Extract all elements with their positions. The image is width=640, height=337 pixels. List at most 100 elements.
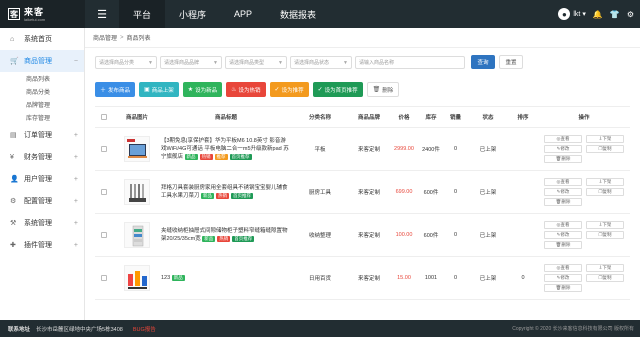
avatar[interactable]: ● [558, 8, 571, 20]
nav-tab-1[interactable]: 小程序 [165, 0, 220, 28]
sidebar-item-6[interactable]: ⚒ 系统管理 + [0, 212, 84, 234]
brand-cell: 来客定制 [357, 190, 380, 196]
row-checkbox[interactable] [101, 189, 107, 195]
filter-bar: 请选择商品分类 ▼ 请选择商品品牌 ▼ 请选择商品类型 ▼ 请选择商品状态 ▼ 请输入商… [95, 55, 523, 69]
expand-plus-icon[interactable]: + [74, 242, 78, 249]
sales-cell: 0 [453, 189, 458, 195]
action-button-1[interactable]: ▣ 商品上架 [139, 82, 179, 97]
expand-plus-icon[interactable]: + [74, 132, 78, 139]
menu-toggle-icon[interactable]: ☰ [85, 0, 119, 28]
footer: 联系地址 长沙市岳麓区绿地中央广场5栋3408 BUG报告 Copyright … [0, 320, 640, 337]
product-title[interactable]: 123 [161, 275, 170, 281]
table-row: 拜格刀具套装厨房家用全套组具不锈钢宝宝婴儿辅食工具水果刀菜刀 新品 热销 首页推荐 厨… [95, 171, 630, 214]
expand-plus-icon[interactable]: − [74, 58, 78, 65]
chevron-down-icon[interactable]: ▾ [582, 10, 586, 18]
breadcrumb-root[interactable]: 商品管理 [93, 33, 117, 42]
sidebar-subitem-0[interactable]: 商品列表 [0, 72, 84, 85]
bug-report-link[interactable]: BUG报告 [133, 325, 156, 333]
copy-button[interactable]: ❐ 复制 [586, 231, 624, 239]
op-label: 删除 [561, 242, 571, 247]
edit-button[interactable]: ✎ 修改 [544, 188, 582, 196]
column-header: 状态 [482, 115, 494, 121]
product-tag: 首页推荐 [231, 192, 254, 199]
view-button[interactable]: ◎ 查看 [544, 264, 582, 272]
edit-button[interactable]: ✎ 修改 [544, 274, 582, 282]
status-cell: 已上架 [479, 276, 497, 282]
action-button-6[interactable]: 🗑 删除 [366, 82, 400, 97]
sidebar: ⌂ 系统首页 🛒 商品管理 − 商品列表 商品分类 品牌管理 库存管理 ▤ 订单管理 + ¥ 财务管理 + 👤… [0, 28, 85, 320]
nav-tab-0[interactable]: 平台 [119, 0, 166, 28]
delete-button[interactable]: 🗑 删除 [544, 155, 582, 163]
logo[interactable]: 客 来客 laiketui.com [0, 0, 85, 28]
action-button-2[interactable]: ★ 设为新品 [182, 82, 223, 97]
row-checkbox[interactable] [101, 275, 107, 281]
expand-plus-icon[interactable]: + [74, 220, 78, 227]
price-cell: 2999.00 [394, 146, 414, 152]
unshelve-button[interactable]: ⇩ 下架 [586, 221, 624, 229]
nav-tab-3[interactable]: 数据报表 [266, 0, 330, 28]
action-button-4[interactable]: ✓ 设为推荐 [269, 82, 309, 97]
sidebar-item-2[interactable]: ▤ 订单管理 + [0, 124, 84, 146]
product-image[interactable] [124, 136, 150, 162]
sidebar-subitem-1[interactable]: 商品分类 [0, 85, 84, 98]
bell-icon[interactable]: 🔔 [593, 10, 603, 19]
main-content: 商品管理 > 商品列表 请选择商品分类 ▼ 请选择商品品牌 ▼ 请选择商品类型 ▼ 请… [85, 28, 640, 320]
sidebar-item-7[interactable]: ✚ 插件管理 + [0, 234, 84, 256]
sidebar-item-3[interactable]: ¥ 财务管理 + [0, 146, 84, 168]
edit-button[interactable]: ✎ 修改 [544, 145, 582, 153]
delete-button[interactable]: 🗑 删除 [544, 198, 582, 206]
view-button[interactable]: ◎ 查看 [544, 178, 582, 186]
product-image[interactable] [124, 179, 150, 205]
category-select[interactable]: 请选择商品分类 ▼ [95, 55, 157, 69]
reset-button[interactable]: 重置 [499, 55, 523, 69]
product-name-input[interactable]: 请输入商品名称 [355, 55, 465, 69]
action-button-0[interactable]: ＋发布商品 [95, 82, 136, 97]
search-button[interactable]: 查询 [471, 55, 495, 69]
product-image[interactable] [124, 222, 150, 248]
type-select[interactable]: 请选择商品类型 ▼ [225, 55, 287, 69]
unshelve-button[interactable]: ⇩ 下架 [586, 264, 624, 272]
view-button[interactable]: ◎ 查看 [544, 135, 582, 143]
row-checkbox[interactable] [101, 146, 107, 152]
sidebar-item-4[interactable]: 👤 用户管理 + [0, 168, 84, 190]
product-title-block: 123 新品 [161, 274, 187, 282]
action-button-3[interactable]: ♨ 设为热销 [226, 82, 266, 97]
title-cell: 【3期免息|享保护套】华为平板M6 10.8英寸 影音游戏WiFi/4G可通话 … [161, 137, 291, 161]
expand-plus-icon[interactable]: + [74, 176, 78, 183]
unshelve-button[interactable]: ⇩ 下架 [586, 178, 624, 186]
copy-button[interactable]: ❐ 复制 [586, 145, 624, 153]
expand-plus-icon[interactable]: + [74, 198, 78, 205]
select-all-checkbox[interactable] [101, 114, 107, 120]
expand-plus-icon[interactable]: + [74, 154, 78, 161]
sidebar-item-0[interactable]: ⌂ 系统首页 [0, 28, 84, 50]
edit-button[interactable]: ✎ 修改 [544, 231, 582, 239]
operations-cell: ◎ 查看 ⇩ 下架 ✎ 修改 ❐ 复制 🗑 删除 [538, 264, 630, 292]
operations-cell: ◎ 查看 ⇩ 下架 ✎ 修改 ❐ 复制 🗑 删除 [538, 178, 630, 206]
row-select-cell [95, 146, 113, 152]
product-image[interactable] [124, 265, 150, 291]
sidebar-subitem-2[interactable]: 品牌管理 [0, 98, 84, 111]
settings-icon[interactable]: ⚙ [627, 10, 634, 19]
sidebar-item-1[interactable]: 🛒 商品管理 − [0, 50, 84, 72]
copy-button[interactable]: ❐ 复制 [586, 274, 624, 282]
unshelve-button[interactable]: ⇩ 下架 [586, 135, 624, 143]
action-icon: ＋ [100, 88, 107, 94]
brand-select[interactable]: 请选择商品品牌 ▼ [160, 55, 222, 69]
row-checkbox[interactable] [101, 232, 107, 238]
status-select[interactable]: 请选择商品状态 ▼ [290, 55, 352, 69]
op-label: 下架 [602, 136, 612, 141]
theme-shirt-icon[interactable]: 👕 [610, 10, 620, 19]
copy-button[interactable]: ❐ 复制 [586, 188, 624, 196]
top-right-tools: ● lkt ▾ 🔔 👕 ⚙ [558, 0, 634, 28]
delete-button[interactable]: 🗑 删除 [544, 241, 582, 249]
user-name[interactable]: lkt [573, 11, 580, 18]
sidebar-subitem-3[interactable]: 库存管理 [0, 111, 84, 124]
op-label: 删除 [561, 285, 571, 290]
view-button[interactable]: ◎ 查看 [544, 221, 582, 229]
top-navbar: 客 来客 laiketui.com ☰ 平台 小程序 APP 数据报表 ● lkt ▾… [0, 0, 640, 28]
nav-tab-2[interactable]: APP [220, 0, 266, 28]
sidebar-item-label: 系统管理 [24, 220, 52, 227]
sidebar-item-5[interactable]: ⚙ 配置管理 + [0, 190, 84, 212]
delete-button[interactable]: 🗑 删除 [544, 284, 582, 292]
action-button-5[interactable]: ✓ 设为首页推荐 [312, 82, 363, 97]
